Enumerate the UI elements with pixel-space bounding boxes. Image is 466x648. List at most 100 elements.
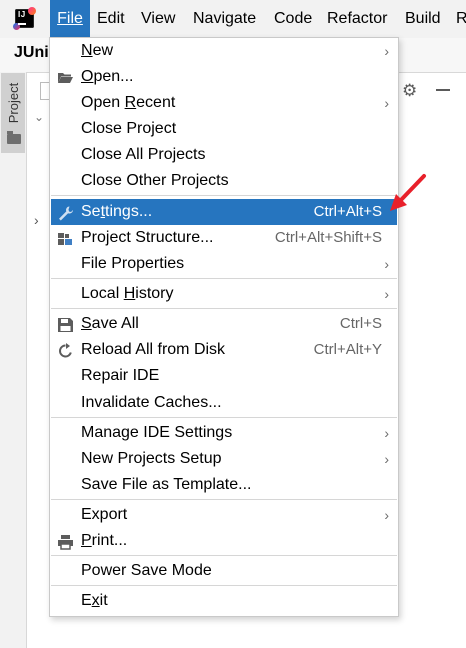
- menu-code[interactable]: Code: [274, 0, 312, 38]
- save-icon: [57, 316, 74, 332]
- submenu-arrow-icon: ›: [384, 451, 389, 467]
- menu-separator: [51, 555, 397, 556]
- menu-item-close-all-projects[interactable]: Close All Projects: [51, 142, 397, 168]
- gear-icon[interactable]: ⚙: [402, 81, 417, 101]
- item-shortcut: Ctrl+S: [339, 315, 382, 332]
- hide-icon[interactable]: [436, 89, 450, 91]
- left-tool-strip: [0, 72, 27, 648]
- menu-separator: [51, 417, 397, 418]
- submenu-arrow-icon: ›: [384, 43, 389, 59]
- menu-run-label: R: [456, 10, 466, 27]
- menu-item-save-file-as-template[interactable]: Save File as Template...: [51, 472, 397, 498]
- submenu-arrow-icon: ›: [384, 256, 389, 272]
- item-shortcut: Ctrl+Alt+S: [313, 203, 382, 220]
- item-pre: Open: [81, 94, 125, 111]
- menu-item-save-all[interactable]: Save All Ctrl+S: [51, 311, 397, 337]
- item-post: ew: [92, 42, 114, 59]
- print-icon: [57, 533, 74, 550]
- menu-build[interactable]: Build: [405, 0, 441, 38]
- item-pre: Se: [81, 203, 101, 220]
- submenu-arrow-icon: ›: [384, 286, 389, 302]
- menu-item-export[interactable]: Export ›: [51, 502, 397, 528]
- item-label: File Properties: [81, 255, 185, 272]
- menu-separator: [51, 585, 397, 586]
- menu-item-new-projects-setup[interactable]: New Projects Setup ›: [51, 446, 397, 472]
- menu-item-print[interactable]: Print...: [51, 528, 397, 554]
- item-post: it: [99, 592, 108, 609]
- logo-bar: [18, 23, 26, 25]
- menu-item-settings[interactable]: Settings... Ctrl+Alt+S: [51, 199, 397, 225]
- item-label: Manage IDE Settings: [81, 424, 233, 441]
- item-label: Export: [81, 506, 128, 523]
- menu-item-close-other-projects[interactable]: Close Other Projects: [51, 168, 397, 194]
- item-shortcut: Ctrl+Alt+Y: [313, 341, 382, 358]
- menu-item-invalidate-caches[interactable]: Invalidate Caches...: [51, 390, 397, 416]
- menu-separator: [51, 278, 397, 279]
- item-pre: E: [81, 592, 92, 609]
- menu-run[interactable]: R: [456, 0, 466, 38]
- item-post: rint...: [91, 532, 128, 549]
- menu-separator: [51, 195, 397, 196]
- folder-open-icon: [57, 69, 74, 85]
- menu-build-label: Build: [405, 10, 441, 27]
- menu-item-close-project[interactable]: Close Project: [51, 116, 397, 142]
- menu-item-open-recent[interactable]: Open Recent ›: [51, 90, 397, 116]
- item-label: Reload All from Disk: [81, 341, 226, 358]
- chevron-down-icon[interactable]: ⌄: [34, 110, 44, 124]
- menu-item-manage-ide-settings[interactable]: Manage IDE Settings ›: [51, 420, 397, 446]
- item-label: Project Structure...: [81, 229, 214, 246]
- menu-view-label: View: [141, 10, 176, 27]
- logo-letters: IJ: [18, 10, 26, 19]
- item-mnemonic: N: [81, 42, 93, 59]
- menu-file[interactable]: File: [50, 0, 90, 38]
- item-shortcut: Ctrl+Alt+Shift+S: [274, 229, 382, 246]
- project-tool-tab-label: Project: [6, 82, 21, 124]
- menu-item-reload-all-from-disk[interactable]: Reload All from Disk Ctrl+Alt+Y: [51, 337, 397, 363]
- item-label: Close Other Projects: [81, 172, 229, 189]
- item-label: Close Project: [81, 120, 177, 137]
- submenu-arrow-icon: ›: [384, 95, 389, 111]
- item-mnemonic: R: [124, 94, 137, 111]
- item-mnemonic: H: [123, 285, 136, 302]
- intellij-logo-icon[interactable]: IJ: [13, 7, 36, 30]
- item-label: Close All Projects: [81, 146, 206, 163]
- menu-item-power-save-mode[interactable]: Power Save Mode: [51, 558, 397, 584]
- menu-item-open[interactable]: Open...: [51, 64, 397, 90]
- item-mnemonic: P: [81, 532, 92, 549]
- menu-item-file-properties[interactable]: File Properties ›: [51, 251, 397, 277]
- menu-item-exit[interactable]: Exit: [51, 588, 397, 614]
- menu-edit[interactable]: Edit: [97, 0, 125, 38]
- submenu-arrow-icon: ›: [384, 425, 389, 441]
- project-title: JUni: [14, 44, 49, 61]
- item-label: Invalidate Caches...: [81, 394, 222, 411]
- annotation-arrow-icon: [390, 174, 426, 211]
- menu-refactor[interactable]: Refactor: [327, 0, 387, 38]
- submenu-arrow-icon: ›: [384, 507, 389, 523]
- folder-icon: [7, 131, 21, 144]
- item-label: Save File as Template...: [81, 476, 252, 493]
- menu-refactor-label: Refactor: [327, 10, 388, 27]
- menu-item-project-structure[interactable]: Project Structure... Ctrl+Alt+Shift+S: [51, 225, 397, 251]
- menu-view[interactable]: View: [141, 0, 175, 38]
- menu-separator: [51, 499, 397, 500]
- item-label: Repair IDE: [81, 367, 160, 384]
- item-post: ecent: [136, 94, 176, 111]
- menu-item-new[interactable]: New ›: [51, 38, 397, 64]
- menu-edit-label: Edit: [97, 10, 125, 27]
- item-label: Power Save Mode: [81, 562, 212, 579]
- item-post: pen...: [93, 68, 134, 85]
- menu-code-label: Code: [274, 10, 313, 27]
- item-mnemonic: S: [81, 315, 92, 332]
- menu-item-repair-ide[interactable]: Repair IDE: [51, 363, 397, 389]
- item-post: ave All: [91, 315, 139, 332]
- item-post: tings...: [105, 203, 153, 220]
- menu-navigate-label: Navigate: [193, 10, 257, 27]
- project-structure-icon: [57, 230, 74, 246]
- menu-navigate[interactable]: Navigate: [193, 0, 256, 38]
- menu-item-local-history[interactable]: Local History ›: [51, 281, 397, 307]
- item-mnemonic: O: [81, 68, 94, 85]
- logo-accent: [28, 7, 36, 15]
- item-mnemonic: x: [91, 592, 100, 609]
- chevron-right-icon[interactable]: ›: [34, 212, 39, 228]
- menu-separator: [51, 308, 397, 309]
